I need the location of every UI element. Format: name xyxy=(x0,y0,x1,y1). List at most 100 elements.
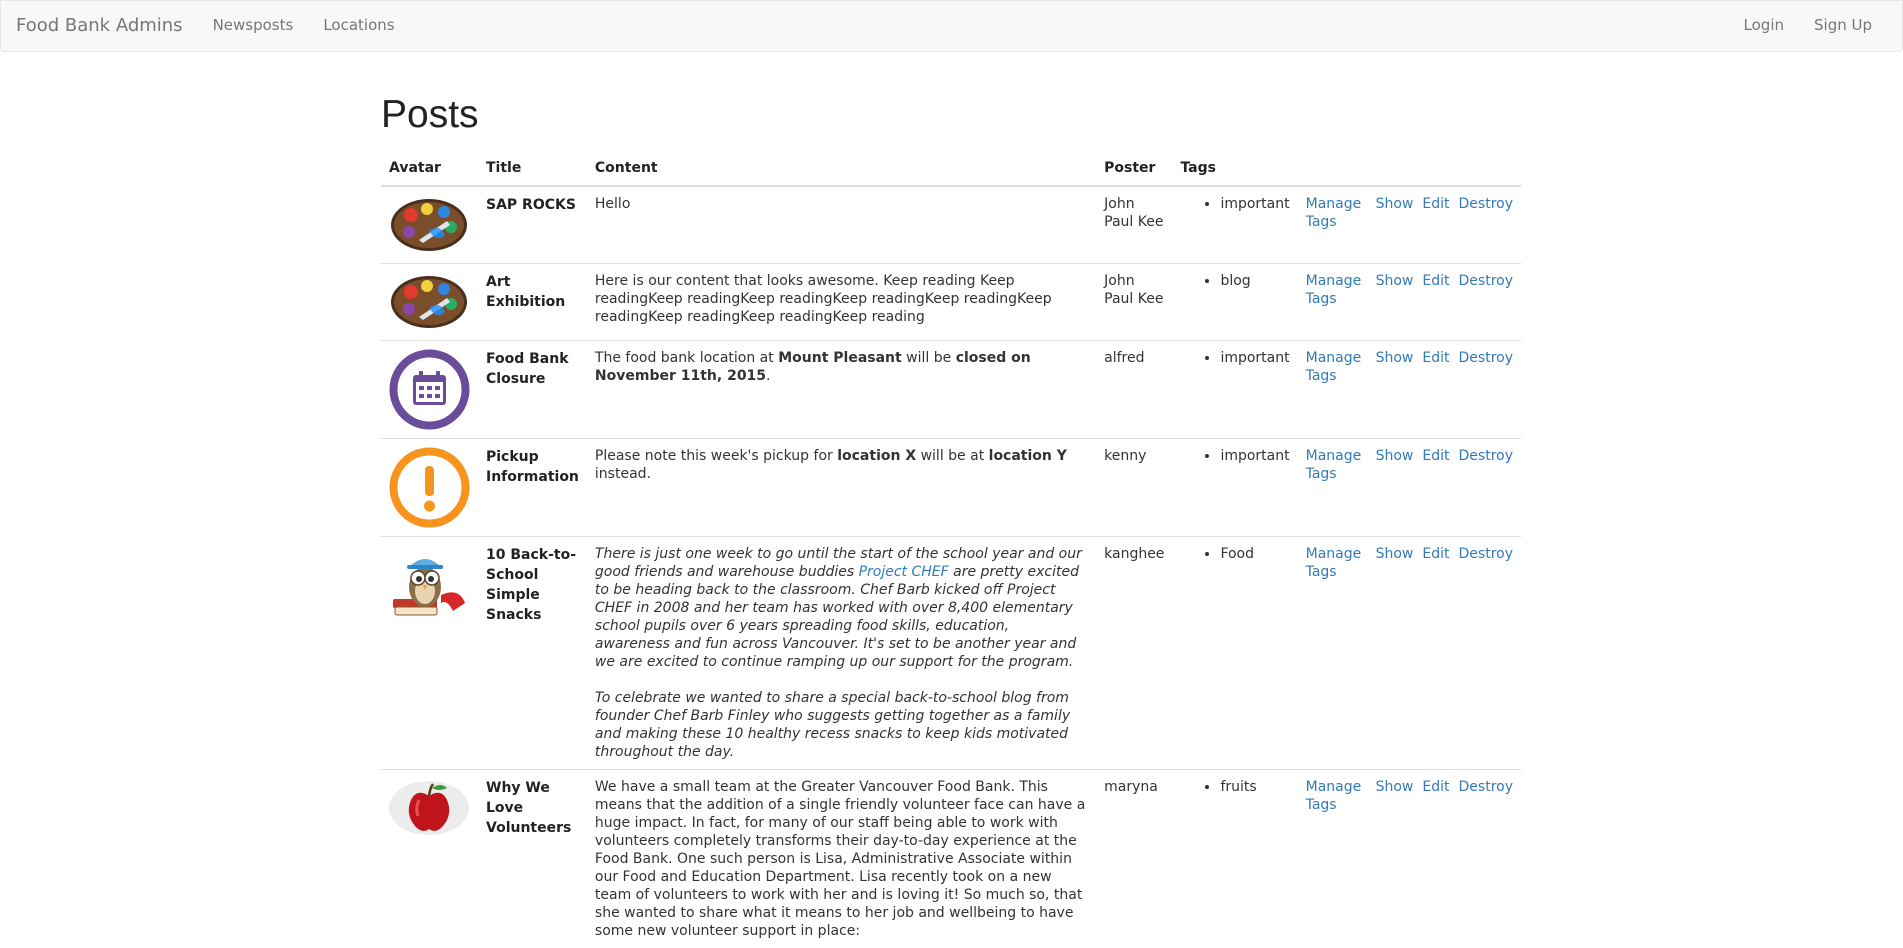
edit-link[interactable]: Edit xyxy=(1422,545,1449,563)
avatar-cell xyxy=(381,262,478,341)
destroy-link[interactable]: Destroy xyxy=(1459,195,1513,213)
page-title: Posts xyxy=(381,93,479,136)
edit-link[interactable]: Edit xyxy=(1422,195,1449,213)
table-row: Art Exhibition Here is our content that … xyxy=(381,262,1521,341)
edit-link[interactable]: Edit xyxy=(1422,349,1449,367)
show-link[interactable]: Show xyxy=(1376,447,1414,465)
content-bold: Mount Pleasant xyxy=(778,349,902,366)
post-title: 10 Back-to-School Simple Snacks xyxy=(478,535,587,770)
manage-tags-link[interactable]: Manage Tags xyxy=(1306,349,1364,385)
edit-link[interactable]: Edit xyxy=(1422,778,1449,796)
destroy-link[interactable]: Destroy xyxy=(1459,545,1513,563)
avatar-cell xyxy=(381,437,478,537)
posts-table: Avatar Title Content Poster Tags SAP ROC… xyxy=(381,150,1521,948)
owl-school-icon xyxy=(393,558,465,616)
main-container: Posts Avatar Title Content Poster Tags S… xyxy=(381,52,1521,948)
destroy-link[interactable]: Destroy xyxy=(1459,778,1513,796)
post-content: Hello xyxy=(586,185,1097,264)
apple-icon xyxy=(389,780,469,835)
nav-link-login[interactable]: Login xyxy=(1729,16,1799,36)
content-bold: location Y xyxy=(988,447,1067,464)
row-actions: Manage Tags Show Edit Destroy xyxy=(1297,437,1521,537)
row-actions: Manage Tags Show Edit Destroy xyxy=(1297,262,1521,341)
avatar-cell xyxy=(381,185,478,264)
post-content: The food bank location at Mount Pleasant… xyxy=(586,339,1097,439)
nav-link-locations[interactable]: Locations xyxy=(308,16,409,36)
tag-item: fruits xyxy=(1220,778,1289,796)
post-title: SAP ROCKS xyxy=(478,185,587,264)
post-title: Food Bank Closure xyxy=(478,339,587,439)
navbar: Food Bank Admins Newsposts Locations Log… xyxy=(0,0,1903,52)
row-actions: Manage Tags Show Edit Destroy xyxy=(1297,768,1521,948)
content-text: will be xyxy=(901,349,956,366)
table-row: Why We Love Volunteers We have a small t… xyxy=(381,768,1521,948)
tag-item: important xyxy=(1220,195,1289,213)
table-header-row: Avatar Title Content Poster Tags xyxy=(381,150,1521,187)
avatar-cell xyxy=(381,768,478,948)
row-actions: Manage Tags Show Edit Destroy xyxy=(1297,339,1521,439)
header-actions xyxy=(1297,150,1521,187)
nav-link-newsposts[interactable]: Newsposts xyxy=(198,16,309,36)
content-paragraph: To celebrate we wanted to share a specia… xyxy=(594,689,1071,760)
exclamation-icon xyxy=(389,447,470,528)
navbar-brand[interactable]: Food Bank Admins xyxy=(1,14,198,37)
table-row: Food Bank Closure The food bank location… xyxy=(381,339,1521,439)
post-tags: Food xyxy=(1172,535,1298,770)
header-title: Title xyxy=(478,150,587,187)
show-link[interactable]: Show xyxy=(1376,778,1414,796)
project-chef-link[interactable]: Project CHEF xyxy=(859,564,949,580)
row-actions: Manage Tags Show Edit Destroy xyxy=(1297,535,1521,770)
post-tags: fruits xyxy=(1172,768,1298,948)
show-link[interactable]: Show xyxy=(1376,349,1414,367)
show-link[interactable]: Show xyxy=(1376,272,1414,290)
row-actions: Manage Tags Show Edit Destroy xyxy=(1297,185,1521,264)
tag-item: blog xyxy=(1220,272,1289,290)
post-poster: alfred xyxy=(1096,339,1173,439)
manage-tags-link[interactable]: Manage Tags xyxy=(1306,447,1364,483)
nav-link-signup[interactable]: Sign Up xyxy=(1799,16,1887,36)
manage-tags-link[interactable]: Manage Tags xyxy=(1306,778,1364,814)
post-content: Please note this week's pickup for locat… xyxy=(586,437,1097,537)
content-text: Please note this week's pickup for xyxy=(594,447,838,464)
post-title: Pickup Information xyxy=(478,437,587,537)
tag-item: important xyxy=(1220,349,1289,367)
post-content: There is just one week to go until the s… xyxy=(586,535,1097,770)
destroy-link[interactable]: Destroy xyxy=(1459,447,1513,465)
post-poster: kanghee xyxy=(1096,535,1173,770)
show-link[interactable]: Show xyxy=(1376,545,1414,563)
post-content: We have a small team at the Greater Vanc… xyxy=(586,768,1097,948)
header-avatar: Avatar xyxy=(381,150,478,187)
post-poster: kenny xyxy=(1096,437,1173,537)
header-tags: Tags xyxy=(1172,150,1298,187)
post-tags: important xyxy=(1172,437,1298,537)
show-link[interactable]: Show xyxy=(1376,195,1414,213)
tag-item: Food xyxy=(1220,545,1289,563)
manage-tags-link[interactable]: Manage Tags xyxy=(1306,545,1364,581)
navbar-right: Login Sign Up xyxy=(1729,1,1902,51)
avatar-cell xyxy=(381,535,478,770)
edit-link[interactable]: Edit xyxy=(1422,447,1449,465)
navbar-left: Food Bank Admins Newsposts Locations xyxy=(1,1,410,51)
header-content: Content xyxy=(586,150,1097,187)
header-poster: Poster xyxy=(1096,150,1173,187)
calendar-icon xyxy=(389,349,470,430)
destroy-link[interactable]: Destroy xyxy=(1459,272,1513,290)
post-tags: important xyxy=(1172,339,1298,439)
tag-item: important xyxy=(1220,447,1289,465)
avatar-cell xyxy=(381,339,478,439)
edit-link[interactable]: Edit xyxy=(1422,272,1449,290)
content-text: . xyxy=(766,367,771,384)
art-palette-icon xyxy=(391,198,467,251)
content-bold: location X xyxy=(837,447,917,464)
table-row: 10 Back-to-School Simple Snacks There is… xyxy=(381,535,1521,770)
destroy-link[interactable]: Destroy xyxy=(1459,349,1513,367)
post-tags: blog xyxy=(1172,262,1298,341)
content-text: will be at xyxy=(916,447,989,464)
post-title: Art Exhibition xyxy=(478,262,587,341)
manage-tags-link[interactable]: Manage Tags xyxy=(1306,195,1364,231)
post-content: Here is our content that looks awesome. … xyxy=(586,262,1097,341)
post-poster: maryna xyxy=(1096,768,1173,948)
post-poster: John Paul Kee xyxy=(1096,185,1173,264)
content-paragraph: There is just one week to go until the s… xyxy=(595,545,1088,671)
manage-tags-link[interactable]: Manage Tags xyxy=(1306,272,1364,308)
